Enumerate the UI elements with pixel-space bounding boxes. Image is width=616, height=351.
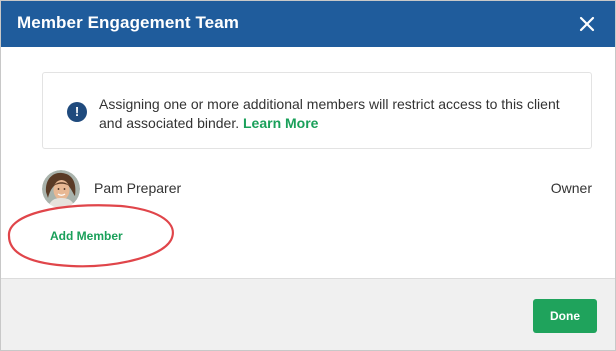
member-row: Pam Preparer Owner — [42, 170, 592, 210]
member-role: Owner — [550, 180, 592, 196]
restriction-notice: ! Assigning one or more additional membe… — [42, 72, 592, 149]
info-icon: ! — [67, 102, 87, 122]
add-member-link[interactable]: Add Member — [50, 229, 123, 243]
done-button[interactable]: Done — [533, 299, 597, 333]
member-engagement-dialog: Member Engagement Team ! Assigning one o… — [0, 0, 616, 351]
dialog-footer: Done — [1, 278, 615, 350]
notice-message: Assigning one or more additional members… — [99, 96, 560, 131]
avatar — [42, 170, 80, 208]
notice-text: Assigning one or more additional members… — [99, 95, 579, 133]
close-icon — [579, 16, 595, 32]
close-button[interactable] — [575, 12, 599, 36]
dialog-header: Member Engagement Team — [1, 1, 615, 47]
member-name: Pam Preparer — [94, 180, 182, 196]
learn-more-link[interactable]: Learn More — [243, 115, 318, 131]
dialog-title: Member Engagement Team — [17, 13, 239, 32]
